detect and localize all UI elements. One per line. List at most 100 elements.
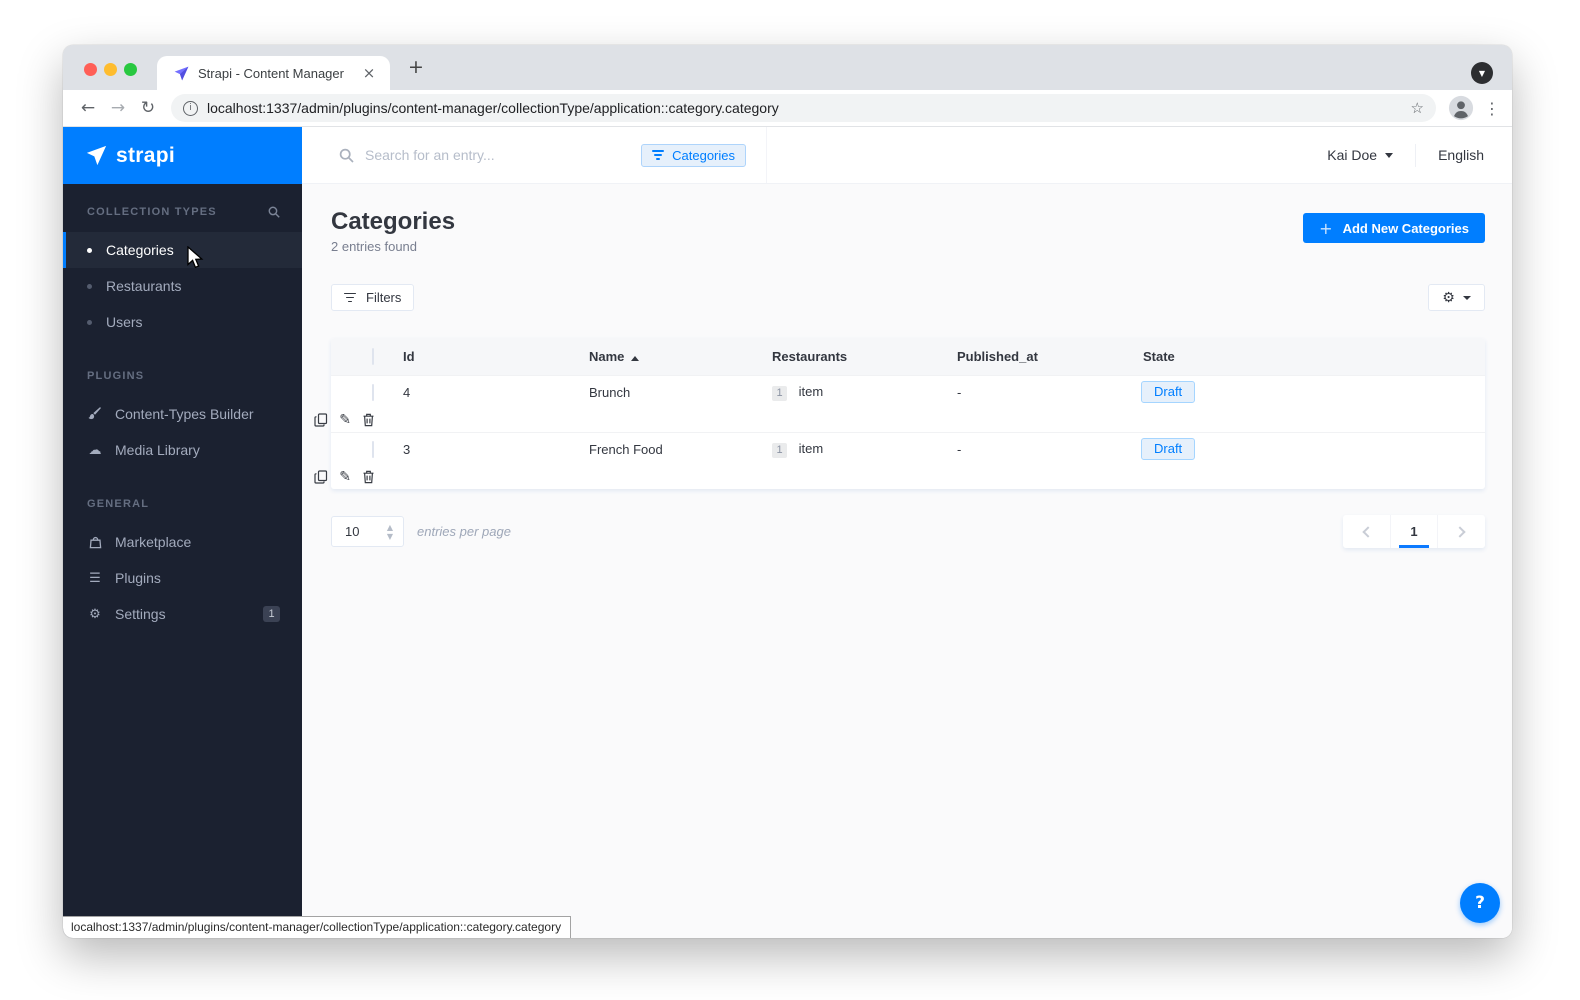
chevron-right-icon [1454, 525, 1466, 538]
sidebar-item-categories[interactable]: Categories [63, 232, 302, 268]
sidebar: strapi COLLECTION TYPES Categories Resta… [63, 127, 302, 938]
bullet-icon [87, 319, 92, 325]
chip-label: Categories [672, 147, 735, 163]
sidebar-item-media-library[interactable]: ☁ Media Library [63, 432, 302, 468]
sidebar-item-content-types-builder[interactable]: Content-Types Builder [63, 396, 302, 432]
chevron-down-icon [1462, 295, 1471, 300]
sidebar-item-label: Settings [115, 606, 166, 622]
brush-icon [87, 407, 103, 421]
sidebar-item-marketplace[interactable]: Marketplace [63, 524, 302, 560]
url-text[interactable]: localhost:1337/admin/plugins/content-man… [207, 100, 1403, 116]
plus-icon: + [1319, 218, 1333, 238]
sidebar-item-restaurants[interactable]: Restaurants [63, 268, 302, 304]
bookmark-star-icon[interactable]: ☆ [1411, 99, 1424, 117]
page-size-select[interactable]: 10 ▲ ▼ [331, 516, 404, 547]
profile-avatar[interactable] [1448, 95, 1474, 121]
strapi-logo-text: strapi [116, 143, 175, 167]
strapi-logo[interactable]: strapi [63, 127, 302, 184]
browser-menu-icon[interactable]: ⋮ [1484, 99, 1500, 118]
entries-count: 2 entries found [331, 239, 418, 254]
gear-icon: ⚙ [89, 606, 101, 622]
duplicate-icon[interactable] [314, 470, 328, 484]
table-row[interactable]: 4 Brunch 1 item - Draft ✎ [314, 375, 1485, 432]
state-badge: Draft [1141, 438, 1196, 460]
stepper-icon[interactable]: ▲ ▼ [387, 523, 393, 541]
new-tab-button[interactable]: + [404, 56, 428, 80]
user-area: Kai Doe English [767, 127, 1512, 183]
page-size-value: 10 [345, 524, 360, 539]
sidebar-item-settings[interactable]: ⚙ Settings 1 [63, 596, 302, 632]
edit-icon[interactable]: ✎ [339, 470, 351, 484]
entry-search: Categories [302, 127, 767, 183]
top-header: Categories Kai Doe English [302, 127, 1512, 184]
chevron-left-icon [1362, 525, 1374, 538]
row-actions: ✎ [314, 413, 403, 427]
search-icon[interactable] [268, 206, 280, 218]
next-page-button[interactable] [1438, 515, 1485, 548]
content: Categories 2 entries found + Add New Cat… [302, 184, 1512, 938]
row-actions: ✎ [314, 470, 403, 484]
column-header-id[interactable]: Id [403, 349, 589, 364]
strapi-favicon [174, 66, 189, 80]
sidebar-item-label: Content-Types Builder [115, 406, 254, 422]
zoom-window-button[interactable] [124, 63, 137, 76]
cloud-upload-icon: ☁ [88, 442, 102, 458]
table-settings-button[interactable]: ⚙ [1428, 284, 1485, 311]
address-bar[interactable]: i localhost:1337/admin/plugins/content-m… [171, 94, 1436, 122]
search-input[interactable] [365, 147, 642, 163]
tab-close-icon[interactable]: × [360, 64, 378, 82]
chevron-down-icon[interactable] [1385, 152, 1394, 158]
pager: 1 [1343, 515, 1485, 548]
select-all-checkbox[interactable] [372, 348, 374, 365]
minimize-window-button[interactable] [104, 63, 117, 76]
previous-page-button[interactable] [1343, 515, 1390, 548]
column-header-name[interactable]: Name [589, 349, 772, 364]
back-icon[interactable]: ← [73, 98, 103, 118]
edit-icon[interactable]: ✎ [339, 413, 351, 427]
delete-icon[interactable] [362, 413, 375, 427]
bullet-icon [87, 283, 92, 289]
search-icon [339, 148, 354, 163]
delete-icon[interactable] [362, 470, 375, 484]
table-row[interactable]: 3 French Food 1 item - Draft ✎ [314, 432, 1485, 489]
tab-title: Strapi - Content Manager [198, 65, 344, 81]
collection-filter-chip[interactable]: Categories [641, 143, 746, 167]
main-area: Categories Kai Doe English Categories 2 … [302, 127, 1512, 938]
page-number-button[interactable]: 1 [1390, 515, 1438, 548]
filters-button[interactable]: Filters [331, 284, 415, 311]
pagination-row: 10 ▲ ▼ entries per page 1 [331, 515, 1485, 548]
row-checkbox[interactable] [372, 440, 374, 458]
site-info-icon[interactable]: i [183, 100, 198, 116]
bullet-icon [87, 247, 92, 253]
sidebar-item-label: Plugins [115, 570, 161, 586]
cell-id: 4 [403, 384, 411, 400]
settings-badge: 1 [263, 606, 280, 622]
add-new-categories-button[interactable]: + Add New Categories [1303, 213, 1485, 243]
column-header-published-at[interactable]: Published_at [957, 349, 1141, 364]
forward-icon[interactable]: → [103, 98, 133, 118]
sidebar-item-plugins[interactable]: ☰ Plugins [63, 560, 302, 596]
close-window-button[interactable] [84, 63, 97, 76]
tab-strip: Strapi - Content Manager × + ▼ [63, 45, 1512, 90]
page-title: Categories [331, 208, 456, 235]
row-checkbox[interactable] [372, 383, 374, 401]
cell-restaurants: 1 item [772, 441, 957, 458]
section-label: GENERAL [87, 498, 150, 510]
status-bar: localhost:1337/admin/plugins/content-man… [63, 916, 572, 938]
section-general: GENERAL [63, 494, 302, 514]
language-selector[interactable]: English [1438, 147, 1484, 163]
tab-search-button[interactable]: ▼ [1471, 62, 1493, 84]
sidebar-nav: COLLECTION TYPES Categories Restaurants [63, 184, 302, 632]
help-button[interactable]: ? [1460, 883, 1500, 923]
sidebar-item-label: Categories [106, 242, 174, 258]
column-header-restaurants[interactable]: Restaurants [772, 349, 957, 364]
reload-icon[interactable]: ↻ [133, 98, 163, 118]
user-menu[interactable]: Kai Doe [1327, 147, 1377, 163]
browser-tab[interactable]: Strapi - Content Manager × [157, 56, 390, 90]
chevron-down-icon: ▼ [1478, 69, 1486, 78]
cell-name: Brunch [589, 384, 631, 400]
count-chip: 1 [772, 385, 787, 401]
duplicate-icon[interactable] [314, 413, 328, 427]
strapi-logo-icon [86, 145, 107, 166]
sidebar-item-users[interactable]: Users [63, 304, 302, 340]
